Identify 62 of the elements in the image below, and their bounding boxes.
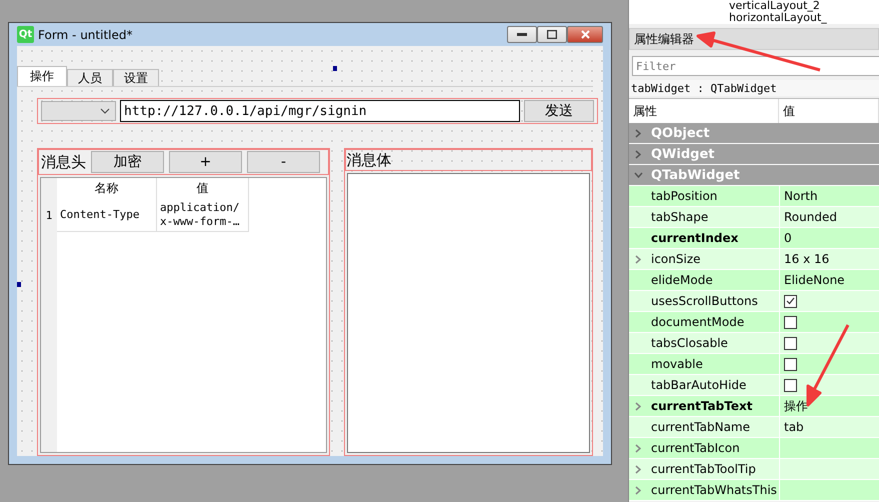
property-name: currentIndex <box>650 230 740 247</box>
property-row[interactable]: usesScrollButtons <box>629 291 879 312</box>
property-value[interactable]: North <box>784 189 818 203</box>
property-name: currentTabToolTip <box>650 461 757 478</box>
property-row[interactable]: tabShape Rounded <box>629 207 879 228</box>
property-row[interactable]: currentTabText 操作 <box>629 396 879 417</box>
property-name: documentMode <box>650 314 746 331</box>
object-label: tabWidget : QTabWidget <box>629 80 879 96</box>
url-field[interactable]: http://127.0.0.1/api/mgr/signin <box>120 100 520 122</box>
property-name: currentTabName <box>650 419 752 436</box>
tree-item[interactable]: horizontalLayout_ <box>715 12 879 24</box>
property-row[interactable]: tabBarAutoHide <box>629 375 879 396</box>
property-row[interactable]: documentMode <box>629 312 879 333</box>
filter-field[interactable]: Filter <box>632 56 879 76</box>
property-name: tabBarAutoHide <box>650 377 748 394</box>
send-button[interactable]: 发送 <box>524 100 594 122</box>
tab[interactable]: 操作 <box>17 66 67 86</box>
property-name: tabPosition <box>650 188 718 205</box>
property-value[interactable]: Rounded <box>784 210 837 224</box>
toolbar-button[interactable]: + <box>169 151 242 173</box>
property-name: currentTabIcon <box>650 440 741 457</box>
property-name: currentTabWhatsThis <box>650 482 778 499</box>
property-name: movable <box>650 356 704 373</box>
property-value[interactable]: 操作 <box>784 398 808 414</box>
window-title: Form - untitled* <box>38 28 134 42</box>
property-name: usesScrollButtons <box>650 293 759 310</box>
column-header: 值 <box>157 178 249 199</box>
property-name: tabShape <box>650 209 710 226</box>
property-name: iconSize <box>650 251 702 268</box>
property-name: currentTabText <box>650 398 754 415</box>
group-name: QObject <box>650 124 711 142</box>
property-row[interactable]: currentTabIcon <box>629 438 879 459</box>
property-row[interactable]: movable <box>629 354 879 375</box>
tab[interactable]: 设置 <box>113 69 159 86</box>
property-value[interactable]: ElideNone <box>784 273 845 287</box>
property-name: elideMode <box>650 272 714 289</box>
property-value[interactable]: 0 <box>784 231 792 245</box>
property-row[interactable]: tabsClosable <box>629 333 879 354</box>
table-cell: Content-Type <box>57 199 157 232</box>
row-header: 1 <box>41 199 57 232</box>
property-row[interactable]: currentTabName tab <box>629 417 879 438</box>
column-header: 名称 <box>57 178 157 199</box>
header-label: 消息头 <box>41 152 86 172</box>
property-row[interactable]: elideMode ElideNone <box>629 270 879 291</box>
toolbar-button[interactable]: 加密 <box>91 151 164 173</box>
property-value[interactable]: 16 x 16 <box>784 252 830 266</box>
group-name: QWidget <box>650 146 716 164</box>
body-label: 消息体 <box>346 150 392 170</box>
property-row[interactable]: currentTabWhatsThis <box>629 480 879 501</box>
table-cell: application/x-www-form-… <box>157 199 249 232</box>
tab[interactable]: 人员 <box>67 69 113 86</box>
property-row[interactable]: currentIndex 0 <box>629 228 879 249</box>
property-value[interactable]: tab <box>784 420 804 434</box>
property-row[interactable]: currentTabToolTip <box>629 459 879 480</box>
property-row[interactable]: iconSize 16 x 16 <box>629 249 879 270</box>
property-row[interactable]: tabPosition North <box>629 186 879 207</box>
panel-title: 属性编辑器 <box>629 28 879 50</box>
group-name: QTabWidget <box>650 166 741 184</box>
app-logo: Qt <box>17 26 34 43</box>
property-name: tabsClosable <box>650 335 729 352</box>
toolbar-button[interactable]: - <box>247 151 320 173</box>
tree-item[interactable]: verticalLayout_2 <box>715 0 879 12</box>
